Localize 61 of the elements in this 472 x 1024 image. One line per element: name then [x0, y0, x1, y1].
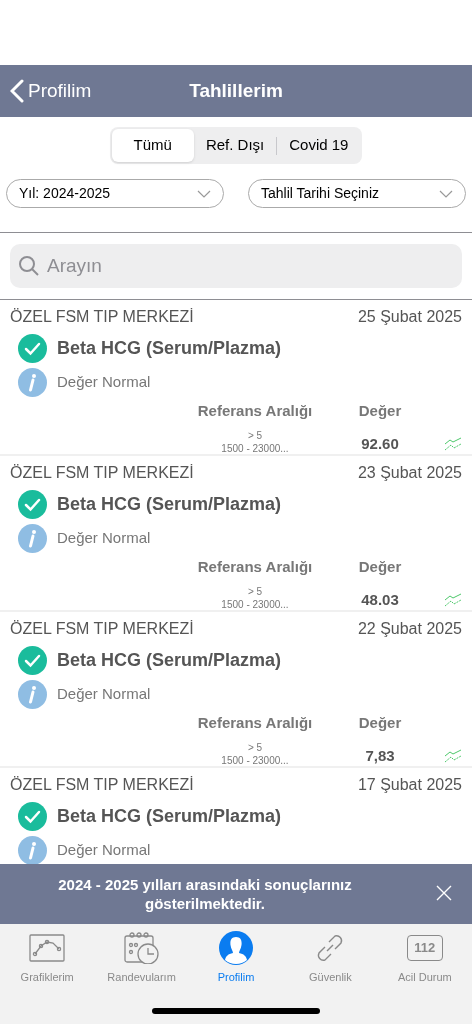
banner-message: 2024 - 2025 yılları arasındaki sonuçlarınız gösterilmektedir. [57, 875, 353, 913]
test-name: Beta HCG (Serum/Plazma) [57, 493, 282, 516]
trend-icon[interactable] [444, 749, 462, 763]
info-icon [18, 524, 47, 553]
result-value: 92.60 [361, 433, 399, 454]
chevron-down-icon [197, 189, 211, 198]
result-value: 48.03 [361, 589, 399, 610]
chevron-down-icon [439, 189, 453, 198]
info-icon [18, 680, 47, 709]
lab-name: ÖZEL FSM TIP MERKEZİ [10, 463, 194, 483]
lab-name: ÖZEL FSM TIP MERKEZİ [10, 775, 194, 795]
test-name: Beta HCG (Serum/Plazma) [57, 337, 282, 360]
search-field[interactable]: Arayın [10, 244, 462, 288]
segment-tab[interactable]: Covid 19 [277, 129, 361, 162]
info-icon [18, 836, 47, 864]
column-label: Değer [358, 557, 402, 577]
trend-icon[interactable] [444, 593, 462, 607]
result-date: 23 Şubat 2025 [357, 463, 462, 483]
info-icon [18, 368, 47, 397]
tab-bar-item[interactable]: Grafiklerim [0, 930, 95, 986]
back-button[interactable]: Profilim [0, 76, 92, 106]
emergency-number-icon: 112 [406, 935, 443, 961]
test-name: Beta HCG (Serum/Plazma) [57, 649, 282, 672]
person-icon [218, 930, 254, 966]
reference-range: > 5 1500 - 23000... [221, 584, 289, 611]
result-value: 7,83 [365, 745, 395, 766]
column-label: Değer [358, 401, 402, 421]
column-label: Referans Aralığı [197, 557, 313, 577]
result-date: 25 Şubat 2025 [357, 307, 462, 327]
column-label: Referans Aralığı [197, 401, 313, 421]
calendar-clock-icon [123, 932, 160, 964]
result-date: 22 Şubat 2025 [357, 619, 462, 639]
check-circle-icon [18, 334, 47, 363]
status-text: Değer Normal [57, 528, 151, 549]
check-circle-icon [18, 646, 47, 675]
column-label: Referans Aralığı [197, 713, 313, 733]
search-icon [18, 255, 40, 277]
screen-title: Tahlillerim [189, 78, 283, 103]
result-date: 17 Şubat 2025 [357, 775, 462, 795]
close-icon [436, 885, 452, 901]
status-text: Değer Normal [57, 684, 151, 705]
tab-bar-item[interactable]: Randevularım [94, 930, 189, 986]
column-label: Değer [358, 713, 402, 733]
status-text: Değer Normal [57, 372, 151, 393]
segment-tab[interactable]: Tümü [111, 129, 194, 162]
lab-name: ÖZEL FSM TIP MERKEZİ [10, 307, 194, 327]
line-chart-icon [29, 934, 66, 962]
reference-range: > 5 1500 - 23000... [221, 428, 289, 455]
tab-bar-item[interactable]: Profilim [188, 930, 284, 986]
trend-icon[interactable] [444, 437, 462, 451]
check-circle-icon [18, 802, 47, 831]
lab-name: ÖZEL FSM TIP MERKEZİ [10, 619, 194, 639]
tab-bar-item[interactable]: 112 Acil Durum [377, 930, 472, 986]
back-chevron-icon [10, 79, 24, 103]
close-button[interactable] [436, 885, 452, 901]
check-circle-icon [18, 490, 47, 519]
test-name: Beta HCG (Serum/Plazma) [57, 805, 282, 828]
status-text: Değer Normal [57, 840, 151, 861]
reference-range: > 5 1500 - 23000... [221, 740, 289, 767]
tab-bar-item[interactable]: Güvenlik [283, 930, 378, 986]
segment-tab[interactable]: Ref. Dışı [193, 129, 277, 162]
